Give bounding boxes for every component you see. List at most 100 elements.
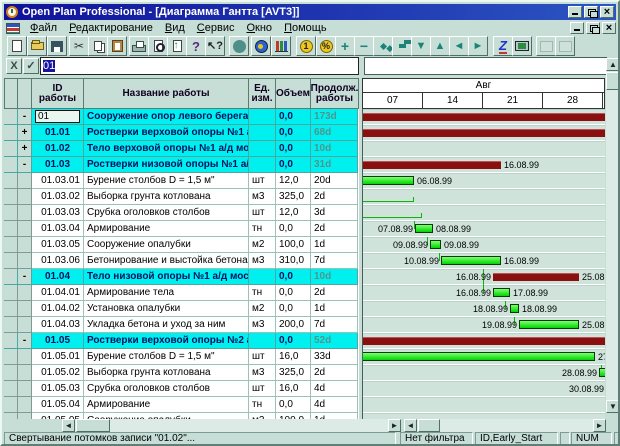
inline-edit-cell[interactable]: 01 [35, 110, 80, 123]
table-row[interactable]: +01.01Ростверки верховой опоры №1 а/д0,0… [4, 125, 359, 141]
menu-файл[interactable]: Файл [24, 22, 63, 34]
gantt-task-bar[interactable] [493, 288, 510, 297]
outline-toggle[interactable]: + [18, 141, 32, 157]
gantt-task-bar[interactable] [510, 304, 519, 313]
link-nodes-button[interactable] [373, 36, 393, 56]
table-row[interactable]: -01.03Ростверки низовой опоры №1 а/д м0,… [4, 157, 359, 173]
gantt-row: 10.08.9916.08.99 [363, 253, 605, 269]
timescale-button[interactable]: Z [493, 36, 513, 56]
table-row[interactable]: 01.03.06Бетонирование и выстойка бетонам… [4, 253, 359, 269]
cost-button[interactable]: 1 [296, 36, 316, 56]
gantt-summary-bar[interactable] [362, 129, 605, 137]
chart-button[interactable] [271, 36, 291, 56]
table-row[interactable]: 01.04.02Установка опалубким20,01d [4, 301, 359, 317]
menu-сервис[interactable]: Сервис [191, 22, 241, 34]
gantt-summary-bar[interactable] [493, 273, 579, 281]
link-bars-button[interactable] [392, 36, 412, 56]
globe-button[interactable] [251, 36, 271, 56]
cell-name: Тело низовой опоры №1 а/д моста [84, 269, 249, 285]
percent-button[interactable]: % [316, 36, 336, 56]
child-close-icon[interactable] [602, 22, 616, 34]
move-down-button[interactable]: ▼ [411, 36, 431, 56]
child-minimize-icon[interactable] [570, 22, 584, 34]
gantt-task-bar[interactable] [430, 240, 441, 249]
status-num-lock: NUM [571, 432, 612, 445]
help-button[interactable]: ? [186, 36, 206, 56]
gantt-task-bar[interactable] [519, 320, 579, 329]
outline-toggle[interactable]: + [18, 125, 32, 141]
new-button[interactable] [7, 36, 27, 56]
outline-level-button[interactable] [167, 36, 187, 56]
gantt-summary-bar[interactable] [362, 113, 605, 121]
gantt-task-bar[interactable] [441, 256, 501, 265]
menu-редактирование[interactable]: Редактирование [63, 22, 159, 34]
child-restore-icon[interactable] [586, 22, 600, 34]
paste-button[interactable] [107, 36, 127, 56]
print-preview-button[interactable] [148, 36, 168, 56]
save-button[interactable] [47, 36, 67, 56]
table-row[interactable]: 01.03.01Бурение столбов D = 1,5 м"шт12,0… [4, 173, 359, 189]
scroll-up-icon[interactable]: ▲ [606, 58, 620, 71]
header-duration[interactable]: Продолж. работы [311, 78, 359, 109]
table-row[interactable]: 01.05.03Срубка оголовков столбовшт16,04d [4, 381, 359, 397]
menu-помощь[interactable]: Помощь [278, 22, 333, 34]
table-row[interactable]: +01.02Тело верховой опоры №1 а/д моста0,… [4, 141, 359, 157]
menu-вид[interactable]: Вид [159, 22, 191, 34]
outline-toggle[interactable]: - [18, 157, 32, 173]
outline-toggle[interactable]: - [18, 333, 32, 349]
vertical-scroll-thumb[interactable] [606, 72, 620, 90]
header-id[interactable]: ID работы [32, 78, 84, 109]
copy-button[interactable] [88, 36, 108, 56]
move-right-button[interactable]: ► [468, 36, 488, 56]
restore-icon[interactable] [584, 6, 598, 18]
cell-unit: м3 [249, 253, 276, 269]
outline-toggle[interactable]: - [18, 269, 32, 285]
vertical-scrollbar[interactable]: ▲ ▼ [606, 58, 620, 413]
circle-tool-button[interactable] [229, 36, 249, 56]
header-unit[interactable]: Ед. изм. [249, 78, 276, 109]
accept-edit-button[interactable]: ✓ [23, 58, 39, 74]
gantt-task-bar[interactable] [415, 224, 433, 233]
table-row[interactable]: -01.04Тело низовой опоры №1 а/д моста0,0… [4, 269, 359, 285]
gantt-task-bar[interactable] [362, 176, 414, 185]
table-row[interactable]: -01.05Ростверки верховой опоры №2 а/д0,0… [4, 333, 359, 349]
table-row[interactable]: 01.04.03Укладка бетона и уход за нимм320… [4, 317, 359, 333]
table-row[interactable]: 01.04.01Армирование телатн0,02d [4, 285, 359, 301]
cell-edit-input[interactable]: 01 [40, 57, 359, 75]
scroll-down-icon[interactable]: ▼ [606, 400, 620, 413]
print-button[interactable] [129, 36, 149, 56]
table-row[interactable]: 01.03.02Выборка грунта котлованам3325,02… [4, 189, 359, 205]
table-row[interactable]: 01.03.05Сооружение опалубким2100,01d [4, 237, 359, 253]
close-icon[interactable] [600, 6, 614, 18]
outline-toggle[interactable]: - [18, 109, 32, 125]
document-icon[interactable] [6, 23, 20, 34]
collapse-button[interactable]: − [354, 36, 374, 56]
header-volume[interactable]: Объем [276, 78, 311, 109]
gantt-task-bar[interactable] [599, 368, 605, 377]
table-row[interactable]: -01Сооружение опор левого берега0,0173d [4, 109, 359, 125]
gantt-summary-bar[interactable] [362, 337, 605, 345]
context-help-button[interactable]: ↖? [205, 36, 225, 56]
cancel-edit-button[interactable]: X [6, 58, 22, 74]
table-row[interactable]: 01.05.02Выборка грунта котлованам3325,02… [4, 365, 359, 381]
cut-button[interactable]: ✂ [69, 36, 89, 56]
disabled-button-2[interactable] [555, 36, 575, 56]
gantt-row: 16.08.9917.08.99 [363, 285, 605, 301]
gantt-task-bar[interactable] [362, 352, 595, 361]
gantt-row: 16.08.99 [363, 157, 605, 173]
open-button[interactable] [27, 36, 47, 56]
minimize-icon[interactable] [568, 6, 582, 18]
table-row[interactable]: 01.03.04Армированиетн0,02d [4, 221, 359, 237]
disabled-button-1[interactable] [536, 36, 556, 56]
header-name[interactable]: Название работы [84, 78, 249, 109]
expand-button[interactable]: + [335, 36, 355, 56]
move-left-button[interactable]: ◄ [449, 36, 469, 56]
table-row[interactable]: 01.03.03Срубка оголовков столбовшт12,03d [4, 205, 359, 221]
move-up-button[interactable]: ▲ [430, 36, 450, 56]
screen-button[interactable] [512, 36, 532, 56]
gantt-summary-bar[interactable] [362, 161, 501, 169]
table-row[interactable]: 01.05.01Бурение столбов D = 1,5 м"шт16,0… [4, 349, 359, 365]
table-row[interactable]: 01.05.04Армированиетн0,04d [4, 397, 359, 413]
menu-окно[interactable]: Окно [240, 22, 278, 34]
gantt-link-line [439, 253, 440, 261]
